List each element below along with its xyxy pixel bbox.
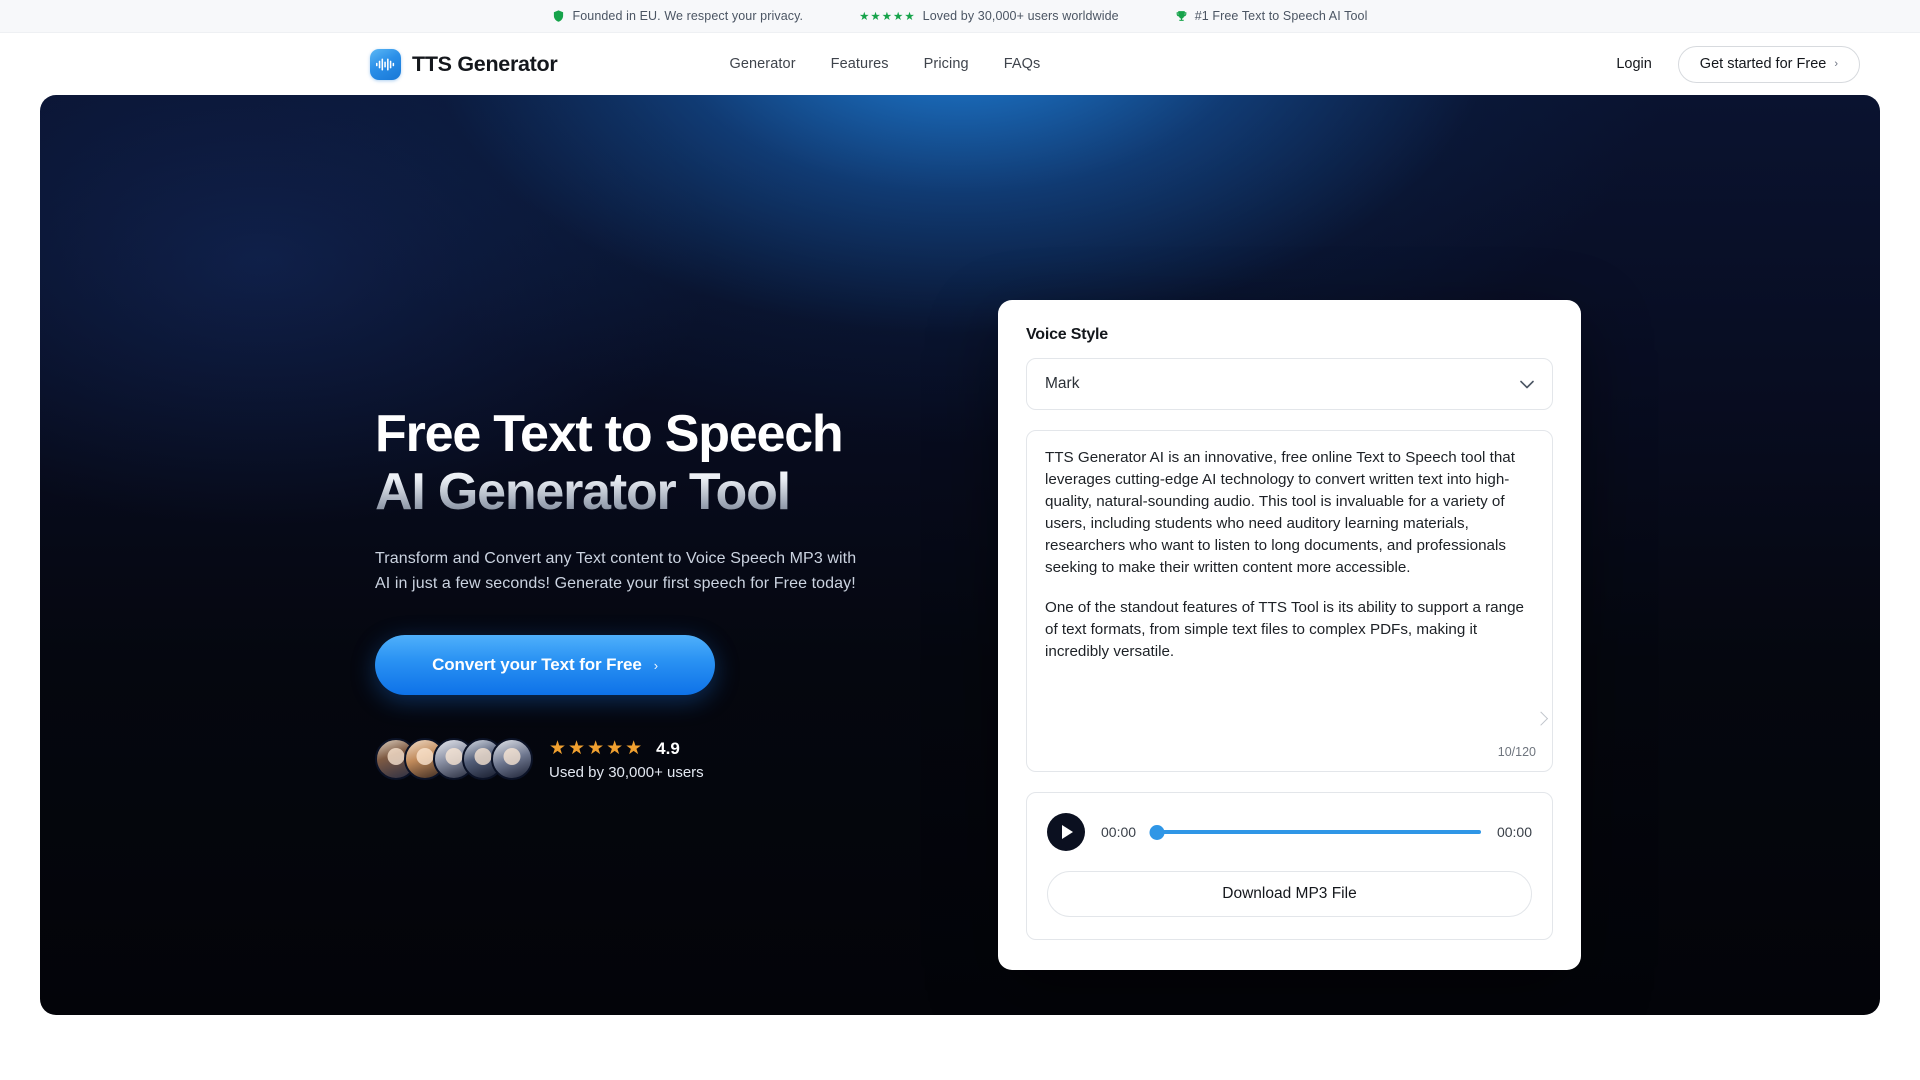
announcement-text: #1 Free Text to Speech AI Tool xyxy=(1194,9,1368,23)
convert-text-label: Convert your Text for Free xyxy=(432,655,642,675)
chevron-down-icon xyxy=(1520,377,1534,392)
announcement-item-rank: #1 Free Text to Speech AI Tool xyxy=(1175,9,1368,23)
current-time: 00:00 xyxy=(1101,824,1137,840)
page-title-line2: AI Generator Tool xyxy=(375,463,935,521)
text-paragraph: TTS Generator AI is an innovative, free … xyxy=(1045,449,1515,577)
chevron-right-icon: › xyxy=(1834,58,1838,70)
avatar xyxy=(491,738,533,781)
header-actions: Login Get started for Free › xyxy=(1616,45,1860,83)
resize-handle[interactable] xyxy=(1533,711,1549,726)
social-proof: ★★★★★ 4.9 Used by 30,000+ users xyxy=(375,737,935,781)
get-started-button[interactable]: Get started for Free › xyxy=(1677,45,1860,83)
total-time: 00:00 xyxy=(1496,824,1532,840)
character-counter: 10/120 xyxy=(1497,745,1536,759)
avatar-group xyxy=(375,738,533,781)
trophy-icon xyxy=(1175,9,1188,23)
play-button[interactable] xyxy=(1047,813,1085,851)
announcement-text: Loved by 30,000+ users worldwide xyxy=(922,9,1119,23)
page-root: Founded in EU. We respect your privacy. … xyxy=(0,0,1920,1080)
page-title: Free Text to Speech AI Generator Tool xyxy=(375,405,935,521)
hero-subtitle: Transform and Convert any Text content t… xyxy=(375,547,935,597)
brand-name: TTS Generator xyxy=(412,51,558,76)
announcement-item-rating: ★★★★★ Loved by 30,000+ users worldwide xyxy=(859,9,1119,23)
page-title-line1: Free Text to Speech xyxy=(375,405,844,463)
chevron-right-icon: › xyxy=(653,657,658,673)
shield-icon xyxy=(552,9,565,23)
main-nav: Generator Features Pricing FAQs xyxy=(729,56,1040,72)
text-paragraph: One of the standout features of TTS Tool… xyxy=(1045,599,1524,661)
progress-track xyxy=(1152,830,1481,834)
progress-slider[interactable] xyxy=(1149,824,1481,840)
hero-subtitle-line1: Transform and Convert any Text content t… xyxy=(375,550,857,568)
hero-subtitle-line2: AI in just a few seconds! Generate your … xyxy=(375,575,856,593)
hero-copy: Free Text to Speech AI Generator Tool Tr… xyxy=(375,405,935,781)
nav-item-features[interactable]: Features xyxy=(831,56,889,72)
announcement-item-privacy: Founded in EU. We respect your privacy. xyxy=(552,9,803,23)
announcement-text: Founded in EU. We respect your privacy. xyxy=(572,9,804,23)
rating-block: ★★★★★ 4.9 Used by 30,000+ users xyxy=(549,737,704,781)
download-mp3-button[interactable]: Download MP3 File xyxy=(1047,871,1532,917)
voice-style-label: Voice Style xyxy=(1026,326,1108,343)
used-by-text: Used by 30,000+ users xyxy=(549,764,704,782)
stars-icon: ★★★★★ xyxy=(859,11,916,23)
site-header: TTS Generator Generator Features Pricing… xyxy=(0,33,1920,95)
nav-item-pricing[interactable]: Pricing xyxy=(924,56,969,72)
announcement-bar: Founded in EU. We respect your privacy. … xyxy=(0,0,1920,33)
audio-player: 00:00 00:00 Download MP3 File xyxy=(1026,792,1553,940)
voice-style-value: Mark xyxy=(1045,375,1080,392)
login-link[interactable]: Login xyxy=(1616,56,1651,72)
generator-card: Voice Style Mark TTS Generator AI is an … xyxy=(998,300,1581,970)
nav-item-generator[interactable]: Generator xyxy=(729,56,795,72)
text-input-content: TTS Generator AI is an innovative, free … xyxy=(1045,447,1534,663)
stars-icon: ★★★★★ xyxy=(549,738,645,760)
text-input-area[interactable]: TTS Generator AI is an innovative, free … xyxy=(1026,430,1553,772)
play-icon xyxy=(1062,825,1073,839)
progress-thumb[interactable] xyxy=(1149,824,1165,840)
voice-style-select[interactable]: Mark xyxy=(1026,358,1553,410)
brand-logo[interactable]: TTS Generator xyxy=(370,48,558,80)
waveform-icon xyxy=(370,48,401,80)
rating-score: 4.9 xyxy=(656,738,680,758)
get-started-label: Get started for Free xyxy=(1699,56,1827,72)
nav-item-faqs[interactable]: FAQs xyxy=(1004,56,1041,72)
hero-section: Free Text to Speech AI Generator Tool Tr… xyxy=(40,95,1880,1015)
convert-text-button[interactable]: Convert your Text for Free › xyxy=(375,635,715,696)
